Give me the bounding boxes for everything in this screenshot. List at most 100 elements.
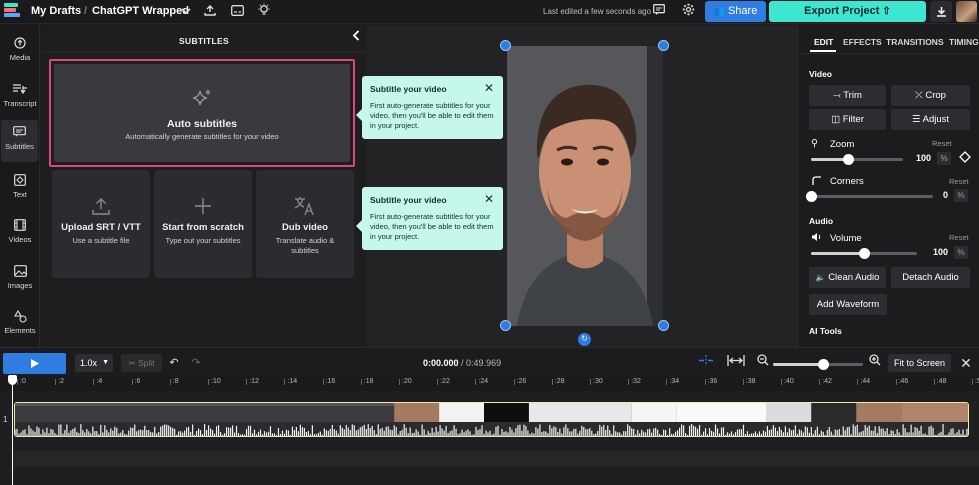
download-button[interactable]	[930, 1, 952, 22]
rail-label-transcript: Transcript	[3, 99, 37, 108]
fit-to-screen-button[interactable]: Fit to Screen	[888, 354, 951, 372]
tab-effects[interactable]: EFFECTS	[843, 37, 882, 47]
rail-item-text[interactable]: Text	[0, 168, 40, 210]
clip-thumbnails	[15, 403, 968, 422]
resize-handle-top-left[interactable]	[500, 40, 511, 51]
close-icon[interactable]: ✕	[484, 192, 494, 206]
app-logo[interactable]	[2, 2, 22, 22]
video-clip[interactable]	[14, 402, 969, 437]
ruler-tick: :36	[704, 378, 718, 385]
playback-speed-select[interactable]: 1.0x ▼	[75, 354, 113, 372]
comment-icon[interactable]	[650, 3, 668, 21]
export-project-button[interactable]: Export Project ⇧	[769, 1, 926, 22]
tab-transitions[interactable]: TRANSITIONS	[886, 37, 944, 47]
rail-item-media[interactable]: Media	[0, 31, 40, 73]
subtitles-panel: SUBTITLES Auto subtitles Automatically g…	[41, 25, 367, 347]
adjust-label: Adjust	[922, 114, 950, 125]
total-duration: / 0:49.969	[461, 358, 502, 368]
translate-icon	[256, 196, 354, 222]
rail-label-videos: Videos	[8, 235, 32, 244]
clean-audio-button[interactable]: 🔈 Clean Audio	[809, 267, 886, 288]
chevron-down-icon[interactable]	[177, 3, 195, 21]
upload-srt-card[interactable]: Upload SRT / VTT Use a subtitle file	[52, 170, 150, 278]
share-label: Share	[727, 5, 758, 17]
upload-icon[interactable]	[201, 3, 219, 21]
sparkle-icon	[54, 88, 350, 116]
project-name[interactable]: ChatGPT Wrapped	[92, 5, 189, 17]
user-avatar[interactable]	[956, 1, 977, 22]
rotate-handle-icon[interactable]: ↻	[578, 333, 591, 346]
ruler-tick: :12	[246, 378, 259, 385]
audio-section-title: Audio	[809, 216, 834, 226]
split-view-icon[interactable]	[697, 354, 715, 372]
start-from-scratch-card[interactable]: Start from scratch Type out your subtitl…	[154, 170, 252, 278]
gear-icon[interactable]	[679, 3, 697, 21]
rail-item-elements[interactable]: Elements	[0, 304, 40, 346]
crop-button[interactable]: ⤫ Crop	[891, 85, 970, 106]
playhead-handle[interactable]	[8, 375, 17, 385]
adjust-button[interactable]: ☰ Adjust	[891, 109, 970, 130]
speaker-icon: 🔈	[815, 273, 826, 282]
timeline-zoom-slider[interactable]	[773, 359, 863, 370]
share-out-icon: ⇧	[882, 6, 891, 17]
undo-icon[interactable]: ↶	[168, 354, 180, 372]
breadcrumb-my-drafts[interactable]: My Drafts	[31, 5, 81, 17]
auto-subtitles-description: Automatically generate subtitles for you…	[125, 132, 279, 141]
slider-fill	[773, 363, 823, 366]
resize-handle-bottom-right[interactable]	[658, 320, 669, 331]
rail-item-subtitles[interactable]: Subtitles	[1, 120, 38, 162]
volume-slider[interactable]	[811, 248, 917, 259]
upload-srt-title: Upload SRT / VTT	[61, 222, 141, 233]
trim-button[interactable]: ⤙ Trim	[809, 85, 886, 106]
play-button[interactable]	[3, 353, 66, 374]
rail-item-images[interactable]: Images	[0, 259, 40, 301]
volume-value[interactable]: 100	[928, 246, 948, 259]
zoom-reset[interactable]: Reset	[932, 139, 952, 148]
volume-unit: %	[954, 246, 968, 259]
redo-icon[interactable]: ↷	[190, 354, 202, 372]
tab-edit[interactable]: EDIT	[814, 37, 833, 47]
rail-item-transcript[interactable]: Transcript	[0, 77, 40, 119]
empty-track[interactable]	[14, 451, 979, 467]
dub-video-card[interactable]: Dub video Translate audio & subtitles	[256, 170, 354, 278]
plus-icon	[154, 196, 252, 222]
fit-width-icon[interactable]	[726, 354, 746, 372]
play-icon	[31, 359, 39, 368]
resize-handle-top-right[interactable]	[658, 40, 669, 51]
zoom-out-icon[interactable]	[756, 354, 770, 372]
breadcrumb-separator: /	[84, 5, 88, 17]
video-canvas[interactable]: ↻	[367, 25, 797, 347]
zoom-in-icon[interactable]	[868, 354, 882, 372]
playhead-line[interactable]	[12, 375, 13, 485]
corners-reset[interactable]: Reset	[949, 177, 969, 186]
filter-button[interactable]: ◫ Filter	[809, 109, 886, 130]
slider-knob[interactable]	[806, 191, 817, 202]
close-timeline-icon[interactable]: ✕	[959, 354, 973, 372]
slider-knob[interactable]	[842, 154, 854, 165]
start-from-scratch-description: Type out your subtitles	[165, 236, 241, 245]
zoom-slider[interactable]	[811, 154, 903, 165]
collapse-panel-icon[interactable]	[349, 29, 363, 45]
filter-label: Filter	[842, 114, 864, 125]
lightbulb-icon[interactable]	[255, 3, 273, 21]
slider-knob[interactable]	[859, 248, 870, 259]
detach-audio-button[interactable]: Detach Audio	[891, 267, 970, 288]
keyframe-icon[interactable]	[959, 151, 971, 166]
zoom-value[interactable]: 100	[911, 152, 931, 165]
ruler-tick: :28	[551, 378, 565, 385]
tab-timing[interactable]: TIMING	[949, 37, 979, 47]
subtitles-icon[interactable]	[228, 3, 246, 21]
tooltip-title: Subtitle your video	[370, 195, 447, 205]
volume-reset[interactable]: Reset	[949, 233, 969, 242]
rail-item-videos[interactable]: Videos	[0, 213, 40, 255]
add-waveform-button[interactable]: Add Waveform	[809, 294, 887, 315]
corners-slider[interactable]	[806, 191, 933, 202]
split-button[interactable]: ✂ Split	[121, 354, 162, 372]
resize-handle-bottom-left[interactable]	[500, 320, 511, 331]
close-icon[interactable]: ✕	[484, 81, 494, 95]
timeline-ruler[interactable]: :0:2:4:6:8:10:12:14:16:18:20:22:24:26:28…	[0, 377, 979, 391]
slider-knob[interactable]	[817, 359, 829, 370]
corners-value[interactable]: 0	[928, 189, 948, 202]
share-button[interactable]: 👥 Share	[705, 1, 766, 22]
auto-subtitles-card[interactable]: Auto subtitles Automatically generate su…	[49, 59, 355, 167]
